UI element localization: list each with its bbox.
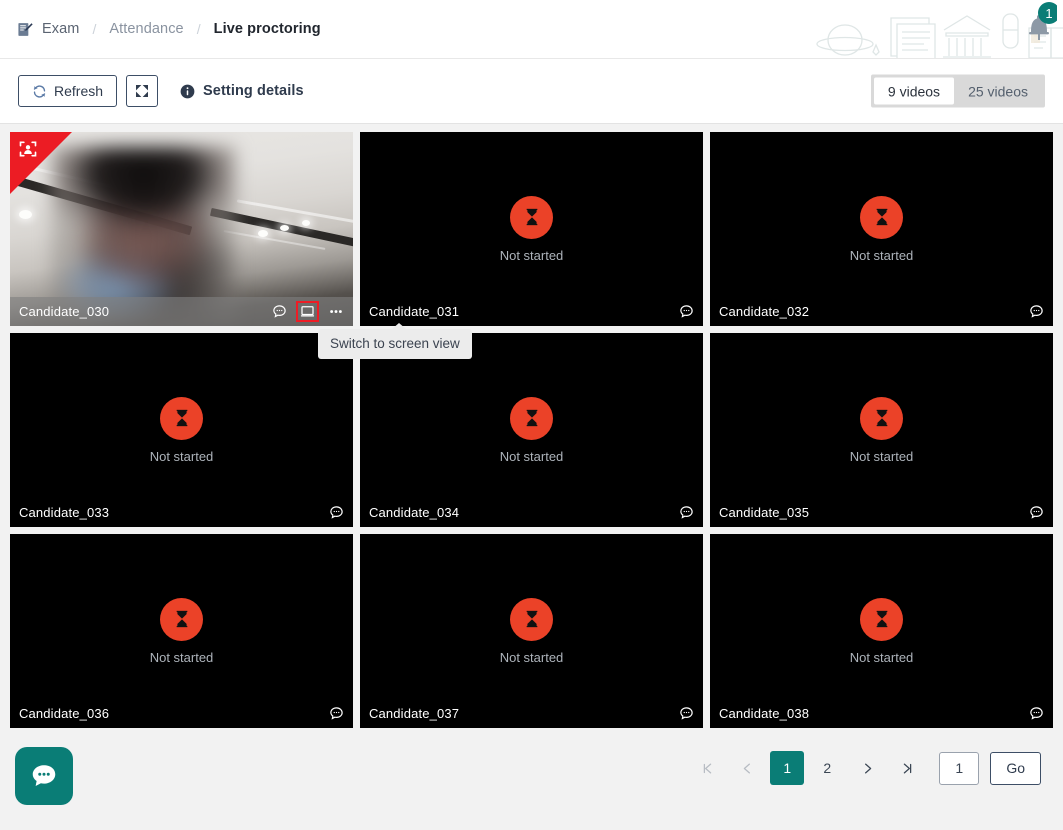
tile-footer-bar: Candidate_036 xyxy=(10,699,353,728)
pagination: 1 2 Go xyxy=(687,751,1041,785)
chat-bubble-icon xyxy=(32,765,56,786)
prev-page-icon xyxy=(743,763,750,773)
page-header: Exam / Attendance / Live proctoring 1 xyxy=(0,0,1063,59)
exam-icon xyxy=(18,22,33,36)
video-tile-candidate-037[interactable]: Not started Candidate_037 xyxy=(360,534,703,728)
video-tile-candidate-035[interactable]: Not started Candidate_035 xyxy=(710,333,1053,527)
toggle-9-videos[interactable]: 9 videos xyxy=(873,77,955,105)
video-tile-candidate-038[interactable]: Not started Candidate_038 xyxy=(710,534,1053,728)
expand-icon xyxy=(136,85,149,97)
info-icon xyxy=(180,84,195,98)
refresh-button-label: Refresh xyxy=(54,83,104,99)
page-footer: 1 2 Go xyxy=(0,730,1063,830)
tile-footer-bar: Candidate_030 xyxy=(10,297,353,326)
chat-icon[interactable] xyxy=(1029,304,1044,319)
tile-candidate-name: Candidate_031 xyxy=(369,304,460,319)
tile-candidate-name: Candidate_034 xyxy=(369,505,460,520)
not-started-label: Not started xyxy=(499,649,564,665)
not-started-label: Not started xyxy=(849,649,914,665)
video-grid-area: Candidate_030 Not started Candidate_031 … xyxy=(0,124,1063,728)
video-count-toggle: 9 videos 25 videos xyxy=(870,74,1045,108)
not-started-label: Not started xyxy=(499,448,564,464)
chat-icon[interactable] xyxy=(1029,706,1044,721)
hourglass-icon xyxy=(510,396,553,440)
video-tile-candidate-030[interactable]: Candidate_030 xyxy=(10,132,353,326)
page-button-1[interactable]: 1 xyxy=(770,751,805,785)
breadcrumb-item-attendance[interactable]: Attendance xyxy=(109,21,183,37)
tile-footer-bar: Candidate_033 xyxy=(10,498,353,527)
toolbar: Refresh Setting details 9 videos 25 vide… xyxy=(0,59,1063,124)
toggle-25-videos[interactable]: 25 videos xyxy=(954,78,1042,105)
breadcrumb-separator: / xyxy=(196,21,201,37)
tile-candidate-name: Candidate_036 xyxy=(19,706,110,721)
face-scan-icon xyxy=(19,141,37,157)
chat-icon[interactable] xyxy=(679,706,694,721)
tile-candidate-name: Candidate_037 xyxy=(369,706,460,721)
fullscreen-button[interactable] xyxy=(126,75,159,107)
hourglass-icon xyxy=(160,396,203,440)
next-page-icon xyxy=(864,763,872,773)
next-page-button[interactable] xyxy=(850,751,884,785)
tile-footer-bar: Candidate_034 xyxy=(360,498,703,527)
hourglass-icon xyxy=(510,195,553,239)
page-jump-input[interactable] xyxy=(939,751,980,785)
last-page-icon xyxy=(903,763,912,773)
tile-candidate-name: Candidate_030 xyxy=(19,304,110,319)
breadcrumb-item-live-proctoring: Live proctoring xyxy=(213,21,321,37)
not-started-label: Not started xyxy=(849,247,914,263)
prev-page-button[interactable] xyxy=(730,751,764,785)
hourglass-icon xyxy=(160,597,203,641)
hourglass-icon xyxy=(860,195,903,239)
not-started-label: Not started xyxy=(149,448,214,464)
tile-candidate-name: Candidate_035 xyxy=(719,505,810,520)
bell-icon: 1 xyxy=(1029,2,1060,40)
hourglass-icon xyxy=(510,597,553,641)
video-tile-candidate-036[interactable]: Not started Candidate_036 xyxy=(10,534,353,728)
video-tile-candidate-031[interactable]: Not started Candidate_031 xyxy=(360,132,703,326)
first-page-icon xyxy=(703,763,712,773)
more-options-icon[interactable] xyxy=(328,304,344,319)
hourglass-icon xyxy=(860,396,903,440)
video-tile-candidate-034[interactable]: Not started Candidate_034 xyxy=(360,333,703,527)
chat-icon[interactable] xyxy=(679,304,694,319)
refresh-button[interactable]: Refresh xyxy=(18,75,118,107)
first-page-button[interactable] xyxy=(690,751,724,785)
tile-candidate-name: Candidate_032 xyxy=(719,304,810,319)
not-started-label: Not started xyxy=(149,649,214,665)
screen-view-icon[interactable] xyxy=(296,301,319,322)
video-tile-candidate-032[interactable]: Not started Candidate_032 xyxy=(710,132,1053,326)
notification-bell[interactable]: 1 xyxy=(1017,2,1060,46)
chat-icon[interactable] xyxy=(329,706,344,721)
not-started-label: Not started xyxy=(849,448,914,464)
screen-view-tooltip: Switch to screen view xyxy=(318,323,472,359)
tile-candidate-name: Candidate_033 xyxy=(19,505,110,520)
tile-footer-bar: Candidate_031 xyxy=(360,297,703,326)
not-started-label: Not started xyxy=(499,247,564,263)
chat-icon[interactable] xyxy=(329,505,344,520)
page-go-button[interactable]: Go xyxy=(990,751,1041,785)
chat-icon[interactable] xyxy=(679,505,694,520)
hourglass-icon xyxy=(860,597,903,641)
tile-candidate-name: Candidate_038 xyxy=(719,706,810,721)
chat-icon[interactable] xyxy=(1029,505,1044,520)
notification-badge-count: 1 xyxy=(1045,6,1052,21)
setting-details-button[interactable]: Setting details xyxy=(180,83,304,99)
video-grid: Candidate_030 Not started Candidate_031 … xyxy=(10,132,1053,728)
chat-icon[interactable] xyxy=(272,304,287,319)
tile-footer-bar: Candidate_037 xyxy=(360,699,703,728)
tile-footer-bar: Candidate_032 xyxy=(710,297,1053,326)
refresh-icon xyxy=(33,84,46,98)
tile-footer-bar: Candidate_035 xyxy=(710,498,1053,527)
breadcrumb-separator: / xyxy=(92,21,97,37)
blurred-candidate-face xyxy=(52,147,235,319)
breadcrumb-item-exam[interactable]: Exam xyxy=(42,21,79,37)
page-button-2[interactable]: 2 xyxy=(810,751,844,785)
video-tile-candidate-033[interactable]: Not started Candidate_033 xyxy=(10,333,353,527)
chat-fab-button[interactable] xyxy=(15,747,73,805)
setting-details-label: Setting details xyxy=(203,83,304,99)
last-page-button[interactable] xyxy=(890,751,924,785)
tile-footer-bar: Candidate_038 xyxy=(710,699,1053,728)
